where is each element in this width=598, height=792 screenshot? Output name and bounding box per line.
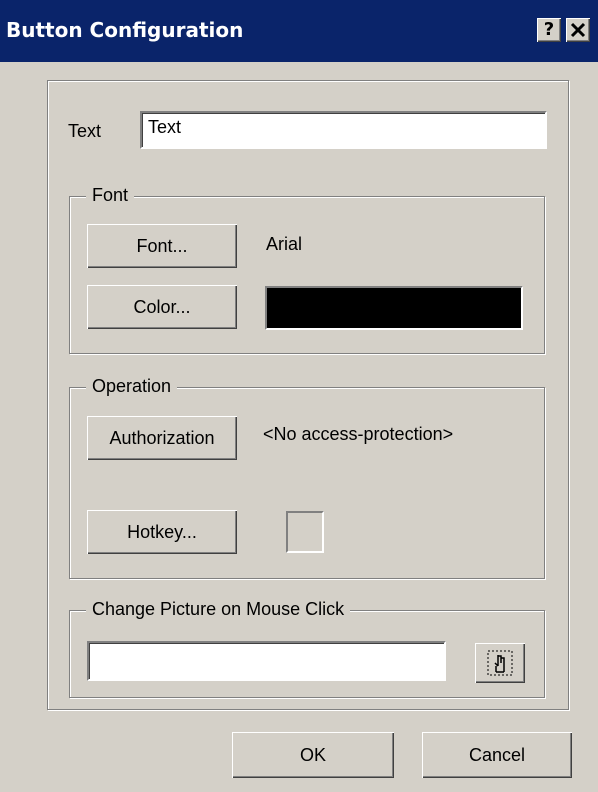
operation-group-title: Operation [86, 376, 178, 397]
close-icon [570, 22, 586, 38]
color-button[interactable]: Color... [87, 285, 237, 329]
hotkey-field[interactable] [286, 511, 324, 553]
picture-input[interactable] [87, 641, 446, 681]
picture-browse-button[interactable] [475, 643, 525, 683]
text-label: Text [68, 121, 102, 141]
authorization-value: <No access-protection> [263, 424, 454, 444]
font-name-value: Arial [266, 234, 303, 254]
window-title: Button Configuration [6, 18, 244, 42]
authorization-button[interactable]: Authorization [87, 416, 237, 460]
cancel-button[interactable]: Cancel [422, 732, 572, 778]
picture-group-title: Change Picture on Mouse Click [86, 599, 351, 620]
ok-button[interactable]: OK [232, 732, 394, 778]
hotkey-button[interactable]: Hotkey... [87, 510, 237, 554]
text-input-value: Text [148, 117, 182, 137]
close-button[interactable] [566, 18, 590, 42]
color-swatch [265, 286, 523, 330]
font-group-title: Font [86, 185, 135, 206]
title-bar: Button Configuration ? [0, 0, 598, 62]
help-button[interactable]: ? [537, 18, 561, 42]
cursor-pointer-icon [487, 650, 513, 676]
font-button[interactable]: Font... [87, 224, 237, 268]
font-group: Font [69, 185, 545, 354]
text-input[interactable]: Text [140, 111, 547, 149]
